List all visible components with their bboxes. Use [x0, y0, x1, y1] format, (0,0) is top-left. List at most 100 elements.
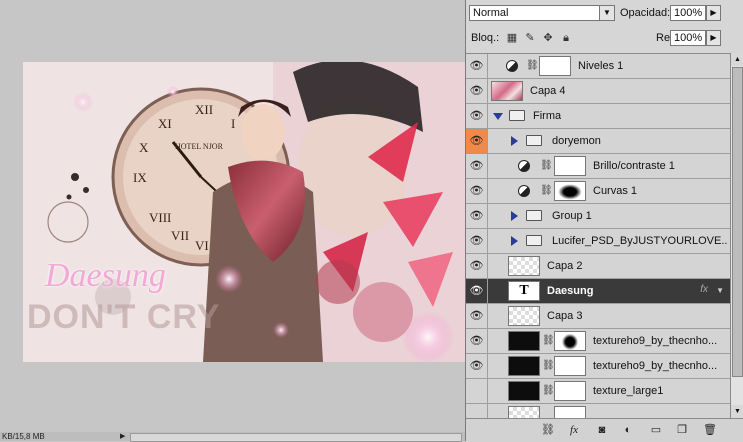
scrollbar-thumb[interactable] — [732, 67, 743, 377]
layer-row-levels[interactable]: 👁︎ ⛓︎ Niveles 1 — [466, 54, 730, 79]
layer-name[interactable]: textureho9_by_thecnho... — [593, 354, 727, 378]
eye-visibility-icon[interactable]: 👁︎ — [466, 129, 488, 153]
artwork-big-text: DON'T CRY — [27, 298, 221, 336]
layer-name[interactable]: Daesung — [547, 279, 593, 303]
eye-visibility-icon[interactable]: 👁︎ — [466, 279, 488, 303]
eye-visibility-icon[interactable]: 👁︎ — [466, 154, 488, 178]
chevron-down-icon[interactable]: ▼ — [599, 6, 614, 20]
layer-row-texture-large[interactable]: ⛓︎ texture_large1 — [466, 379, 730, 404]
svg-text:X: X — [139, 140, 149, 155]
layer-row-group-doryemon[interactable]: 👁︎ doryemon — [466, 129, 730, 154]
link-chain-icon[interactable]: ⛓︎ — [542, 335, 555, 346]
layer-thumbnail[interactable] — [508, 356, 540, 376]
lock-position-icon[interactable]: ✥ — [542, 32, 554, 44]
layer-row-brightness[interactable]: 👁︎ ⛓︎ Brillo/contraste 1 — [466, 154, 730, 179]
brightness-contrast-icon — [518, 160, 530, 172]
eye-visibility-icon[interactable]: 👁︎ — [466, 104, 488, 128]
layers-panel: Normal ▼ Opacidad: 100% ▶ Bloq.: Relleno… — [465, 0, 743, 442]
eye-visibility-icon[interactable]: 👁︎ — [466, 79, 488, 103]
layer-row-capa2[interactable]: 👁︎ Capa 2 — [466, 254, 730, 279]
status-menu-arrow-icon[interactable]: ▶ — [120, 432, 125, 441]
layer-row-group-lucifer[interactable]: 👁︎ Lucifer_PSD_ByJUSTYOURLOVE.... — [466, 229, 730, 254]
layer-row-texture-2[interactable]: 👁︎ ⛓︎ textureho9_by_thecnho... — [466, 354, 730, 379]
layer-mask-thumbnail[interactable] — [539, 56, 571, 76]
new-group-icon[interactable]: ▭ — [648, 423, 664, 437]
fx-icon[interactable]: fx — [700, 284, 708, 295]
layer-row-daesung-selected[interactable]: 👁︎ T Daesung fx ▼ — [466, 279, 730, 304]
delete-layer-trash-icon[interactable]: 🗑︎ — [702, 423, 718, 437]
layer-name[interactable]: Capa 2 — [547, 254, 582, 278]
link-chain-icon[interactable]: ⛓︎ — [540, 160, 553, 171]
scroll-down-arrow-icon[interactable]: ▼ — [731, 405, 743, 418]
group-expanded-triangle-icon[interactable] — [493, 113, 503, 120]
new-adjustment-layer-icon[interactable]: ◐ — [620, 423, 636, 437]
blend-mode-select[interactable]: Normal ▼ — [469, 5, 615, 21]
layer-mask-thumbnail[interactable] — [554, 156, 586, 176]
link-chain-icon[interactable]: ⛓︎ — [526, 60, 539, 71]
lock-all-icon[interactable]: 🔒︎ — [560, 32, 572, 44]
type-layer-icon[interactable]: T — [508, 281, 540, 301]
layer-name[interactable]: Capa 4 — [530, 79, 565, 103]
eye-visibility-icon[interactable]: 👁︎ — [466, 354, 488, 378]
eye-visibility-icon[interactable]: 👁︎ — [466, 254, 488, 278]
layer-row-texture-1[interactable]: 👁︎ ⛓︎ textureho9_by_thecnho... — [466, 329, 730, 354]
lock-brush-icon[interactable]: ✎ — [524, 32, 536, 44]
layer-thumbnail[interactable] — [508, 256, 540, 276]
link-chain-icon[interactable]: ⛓︎ — [542, 360, 555, 371]
artwork-image[interactable]: XII III VI IX I II XI X VIII VII V IV — [23, 62, 465, 362]
layer-mask-thumbnail[interactable] — [554, 181, 586, 201]
blend-mode-value: Normal — [473, 7, 509, 19]
layer-row-group-1[interactable]: 👁︎ Group 1 — [466, 204, 730, 229]
eye-visibility-icon[interactable]: 👁︎ — [466, 54, 488, 78]
eye-visibility-toggle-empty[interactable] — [466, 379, 488, 403]
layer-mask-thumbnail[interactable] — [554, 381, 586, 401]
layer-mask-thumbnail[interactable] — [554, 356, 586, 376]
fill-input[interactable]: 100% — [670, 30, 706, 46]
eye-visibility-icon[interactable]: 👁︎ — [466, 204, 488, 228]
link-layers-icon[interactable]: ⛓︎ — [540, 423, 556, 437]
lock-transparency-icon[interactable]: ▦ — [506, 32, 518, 44]
opacity-slider-arrow-icon[interactable]: ▶ — [706, 5, 721, 21]
layers-panel-footer: ⛓︎ fx ◙ ◐ ▭ ❐ 🗑︎ — [466, 418, 743, 442]
layer-name[interactable]: texture_large1 — [593, 379, 663, 403]
layer-mask-thumbnail[interactable] — [554, 331, 586, 351]
layer-name[interactable]: Capa 3 — [547, 304, 582, 328]
eye-visibility-icon[interactable]: 👁︎ — [466, 304, 488, 328]
fx-expand-arrow-icon[interactable]: ▼ — [716, 286, 724, 295]
eye-visibility-icon[interactable]: 👁︎ — [466, 329, 488, 353]
link-chain-icon[interactable]: ⛓︎ — [540, 185, 553, 196]
layer-row-group-firma[interactable]: 👁︎ Firma — [466, 104, 730, 129]
layers-scrollbar[interactable]: ▲ ▼ — [730, 53, 743, 418]
scroll-up-arrow-icon[interactable]: ▲ — [731, 53, 743, 66]
layer-row-partial[interactable] — [466, 404, 730, 419]
layer-name[interactable]: doryemon — [552, 129, 601, 153]
eye-visibility-icon[interactable] — [466, 404, 488, 418]
eye-visibility-icon[interactable]: 👁︎ — [466, 229, 488, 253]
layer-name[interactable]: Firma — [533, 104, 561, 128]
svg-text:IX: IX — [133, 170, 147, 185]
fill-slider-arrow-icon[interactable]: ▶ — [706, 30, 721, 46]
layer-thumbnail[interactable] — [508, 381, 540, 401]
layer-row-capa3[interactable]: 👁︎ Capa 3 — [466, 304, 730, 329]
opacity-input[interactable]: 100% — [670, 5, 706, 21]
group-collapsed-triangle-icon[interactable] — [511, 136, 518, 146]
link-chain-icon[interactable]: ⛓︎ — [542, 385, 555, 396]
eye-visibility-icon[interactable]: 👁︎ — [466, 179, 488, 203]
group-collapsed-triangle-icon[interactable] — [511, 236, 518, 246]
layer-thumbnail[interactable] — [508, 331, 540, 351]
add-mask-icon[interactable]: ◙ — [594, 423, 610, 437]
layer-thumbnail[interactable] — [491, 81, 523, 101]
layer-name[interactable]: Niveles 1 — [578, 54, 623, 78]
layer-name[interactable]: textureho9_by_thecnho... — [593, 329, 727, 353]
add-layer-style-icon[interactable]: fx — [566, 423, 582, 437]
layer-row-capa4[interactable]: 👁︎ Capa 4 — [466, 79, 730, 104]
layer-name[interactable]: Curvas 1 — [593, 179, 637, 203]
doc-size-text: KB/15,8 MB — [2, 432, 45, 441]
layer-thumbnail[interactable] — [508, 306, 540, 326]
layer-name[interactable]: Lucifer_PSD_ByJUSTYOURLOVE.... — [552, 229, 728, 253]
layer-name[interactable]: Brillo/contraste 1 — [593, 154, 675, 178]
new-layer-icon[interactable]: ❐ — [674, 423, 690, 437]
layer-name[interactable]: Group 1 — [552, 204, 592, 228]
layer-row-curves[interactable]: 👁︎ ⛓︎ Curvas 1 — [466, 179, 730, 204]
group-collapsed-triangle-icon[interactable] — [511, 211, 518, 221]
